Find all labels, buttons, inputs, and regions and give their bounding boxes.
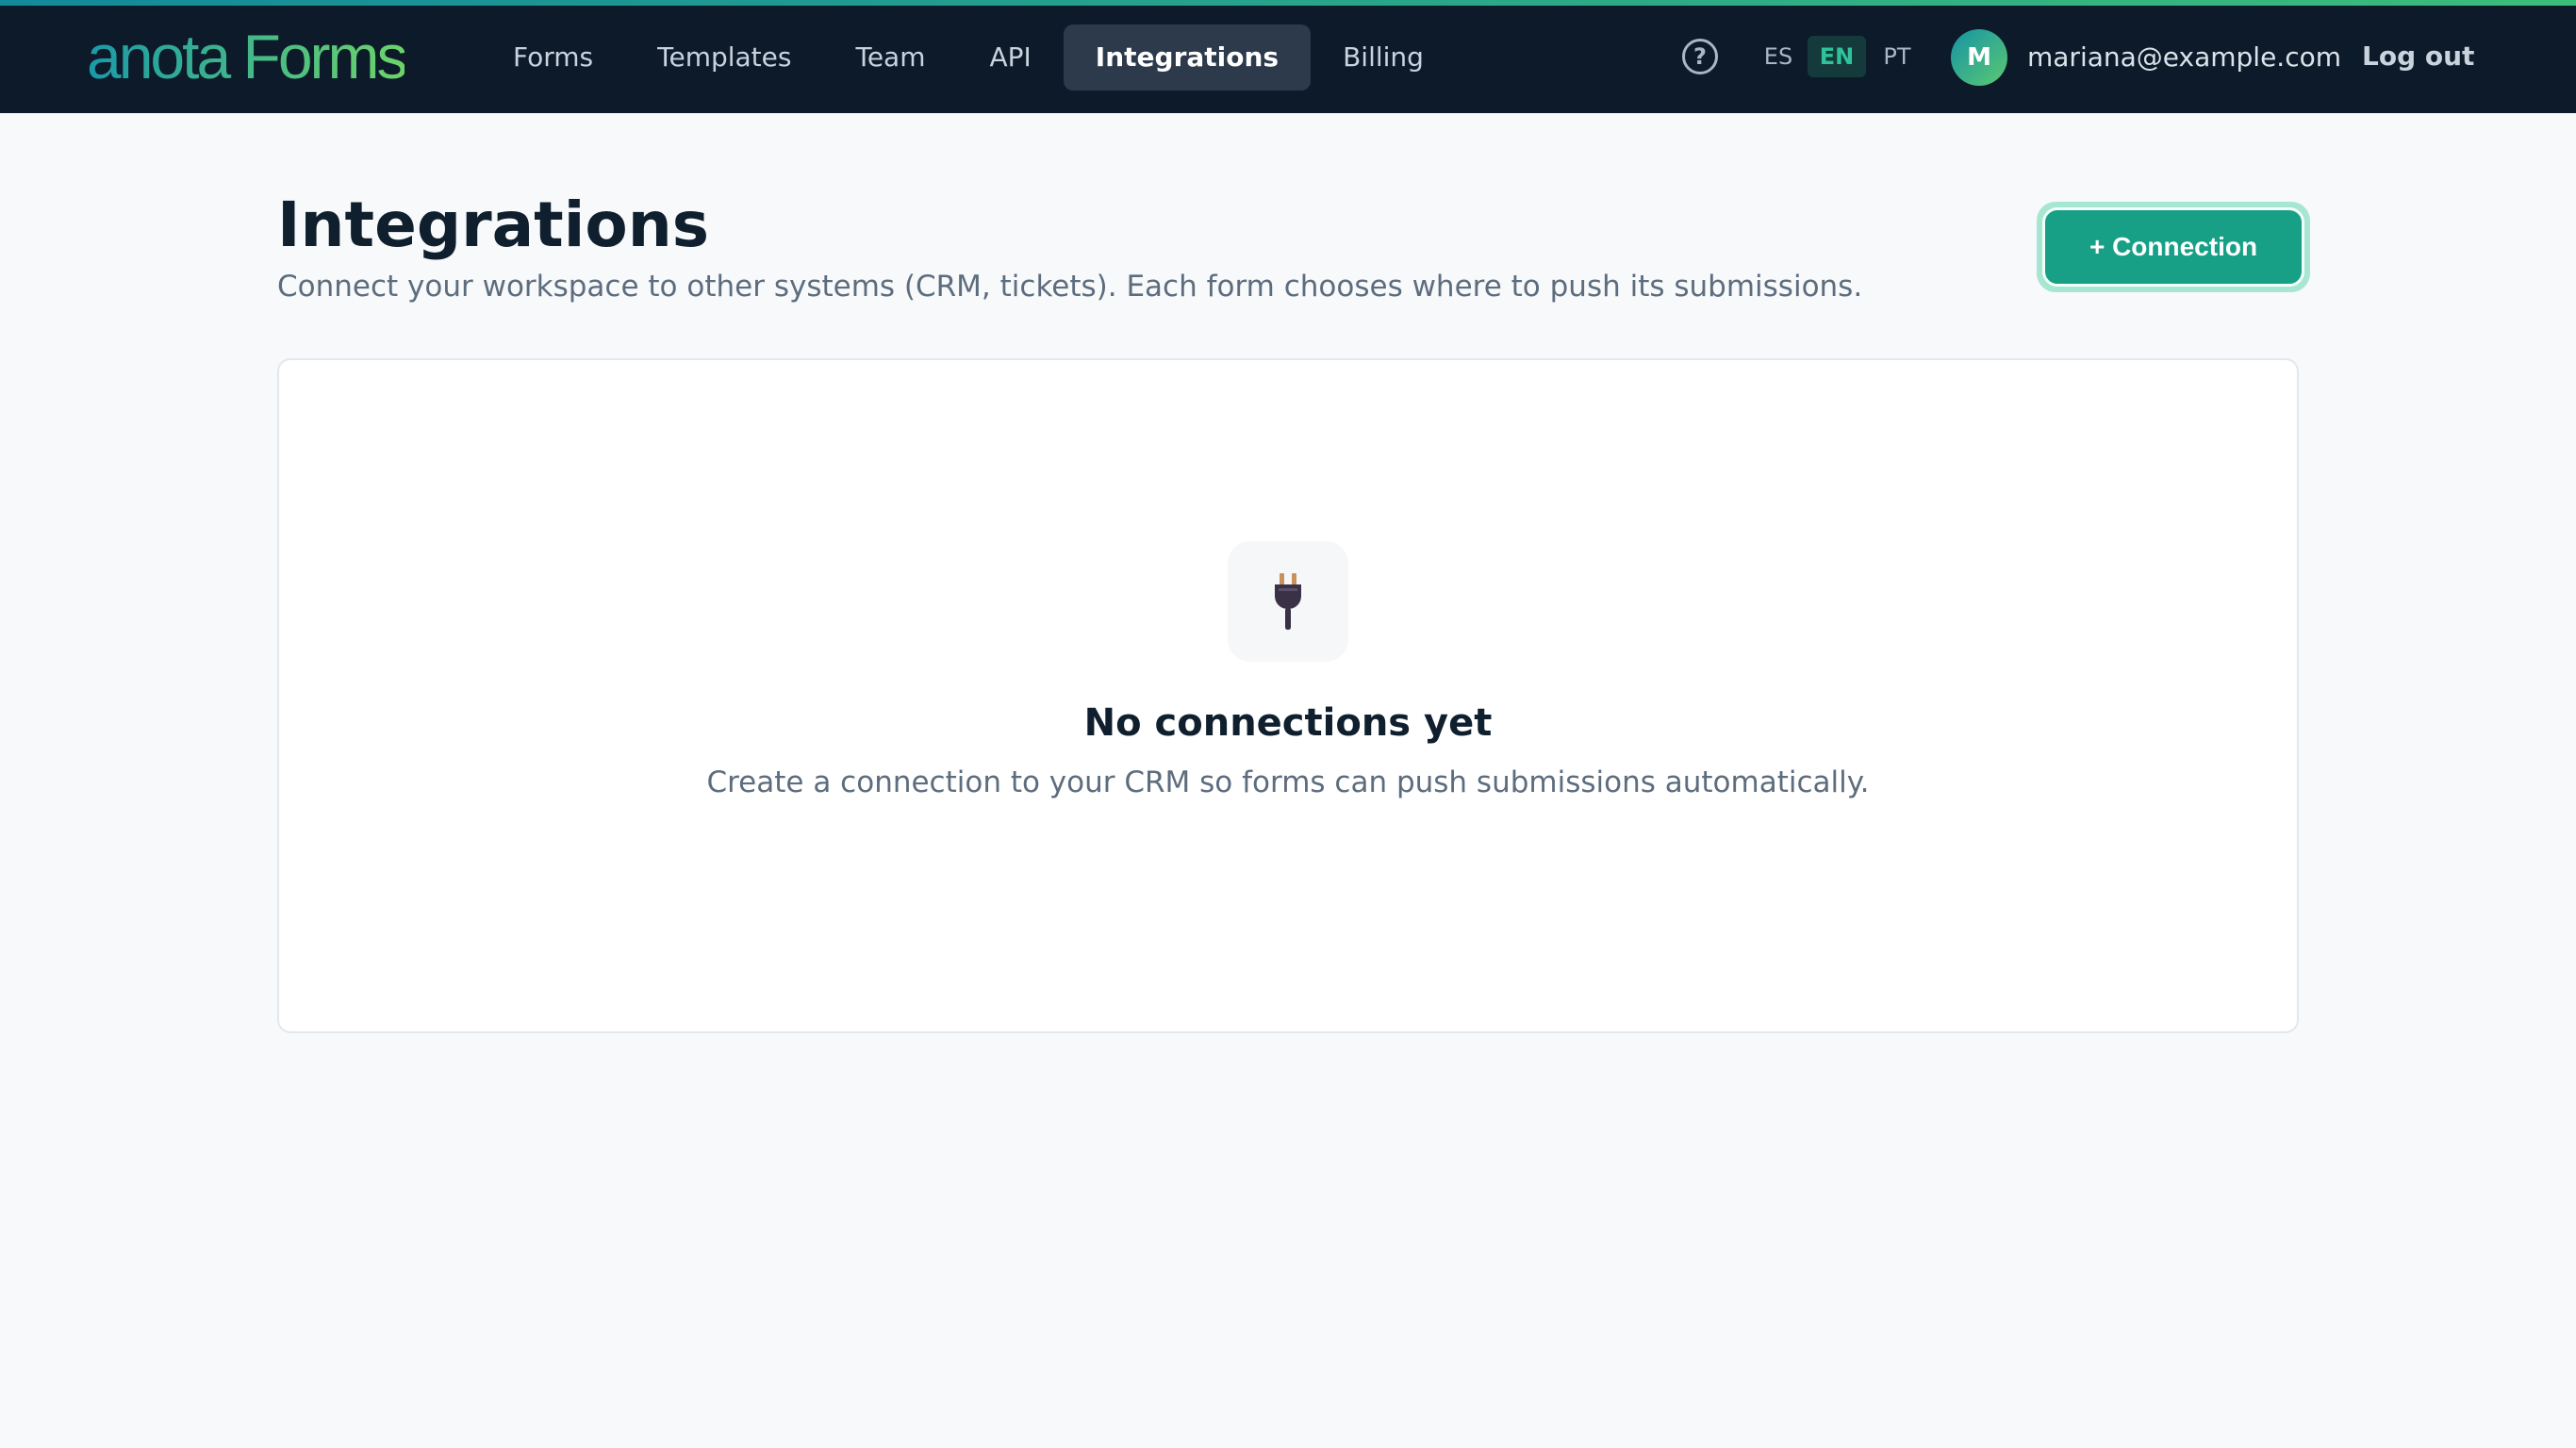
empty-state-title: No connections yet <box>1083 701 1493 745</box>
add-connection-button[interactable]: + Connection <box>2037 202 2310 292</box>
empty-state-description: Create a connection to your CRM so forms… <box>706 765 1870 799</box>
user-email: mariana@example.com <box>2027 41 2342 73</box>
avatar[interactable]: M <box>1951 29 2007 86</box>
language-pt[interactable]: PT <box>1876 36 1918 77</box>
top-accent-stripe <box>0 0 2576 6</box>
language-en[interactable]: EN <box>1808 36 1866 77</box>
empty-state-icon-box <box>1228 541 1348 662</box>
top-navigation-bar: anota Forms Forms Templates Team API Int… <box>0 0 2576 113</box>
nav-item-forms[interactable]: Forms <box>481 25 625 90</box>
logout-button[interactable]: Log out <box>2362 34 2474 79</box>
language-es[interactable]: ES <box>1759 36 1797 77</box>
page-subtitle: Connect your workspace to other systems … <box>277 270 1863 304</box>
nav-item-team[interactable]: Team <box>823 25 957 90</box>
nav-item-integrations[interactable]: Integrations <box>1063 25 1312 90</box>
nav-item-api[interactable]: API <box>958 25 1064 90</box>
add-connection-button-label[interactable]: + Connection <box>2042 207 2304 287</box>
help-icon[interactable]: ? <box>1682 39 1718 74</box>
nav-item-templates[interactable]: Templates <box>625 25 823 90</box>
nav-item-billing[interactable]: Billing <box>1311 25 1456 90</box>
connections-card <box>277 358 2299 1033</box>
app-logo[interactable]: anota Forms <box>87 21 407 92</box>
page-title: Integrations <box>277 189 709 261</box>
plug-icon <box>1275 573 1301 630</box>
main-nav: Forms Templates Team API Integrations Bi… <box>481 25 1456 90</box>
